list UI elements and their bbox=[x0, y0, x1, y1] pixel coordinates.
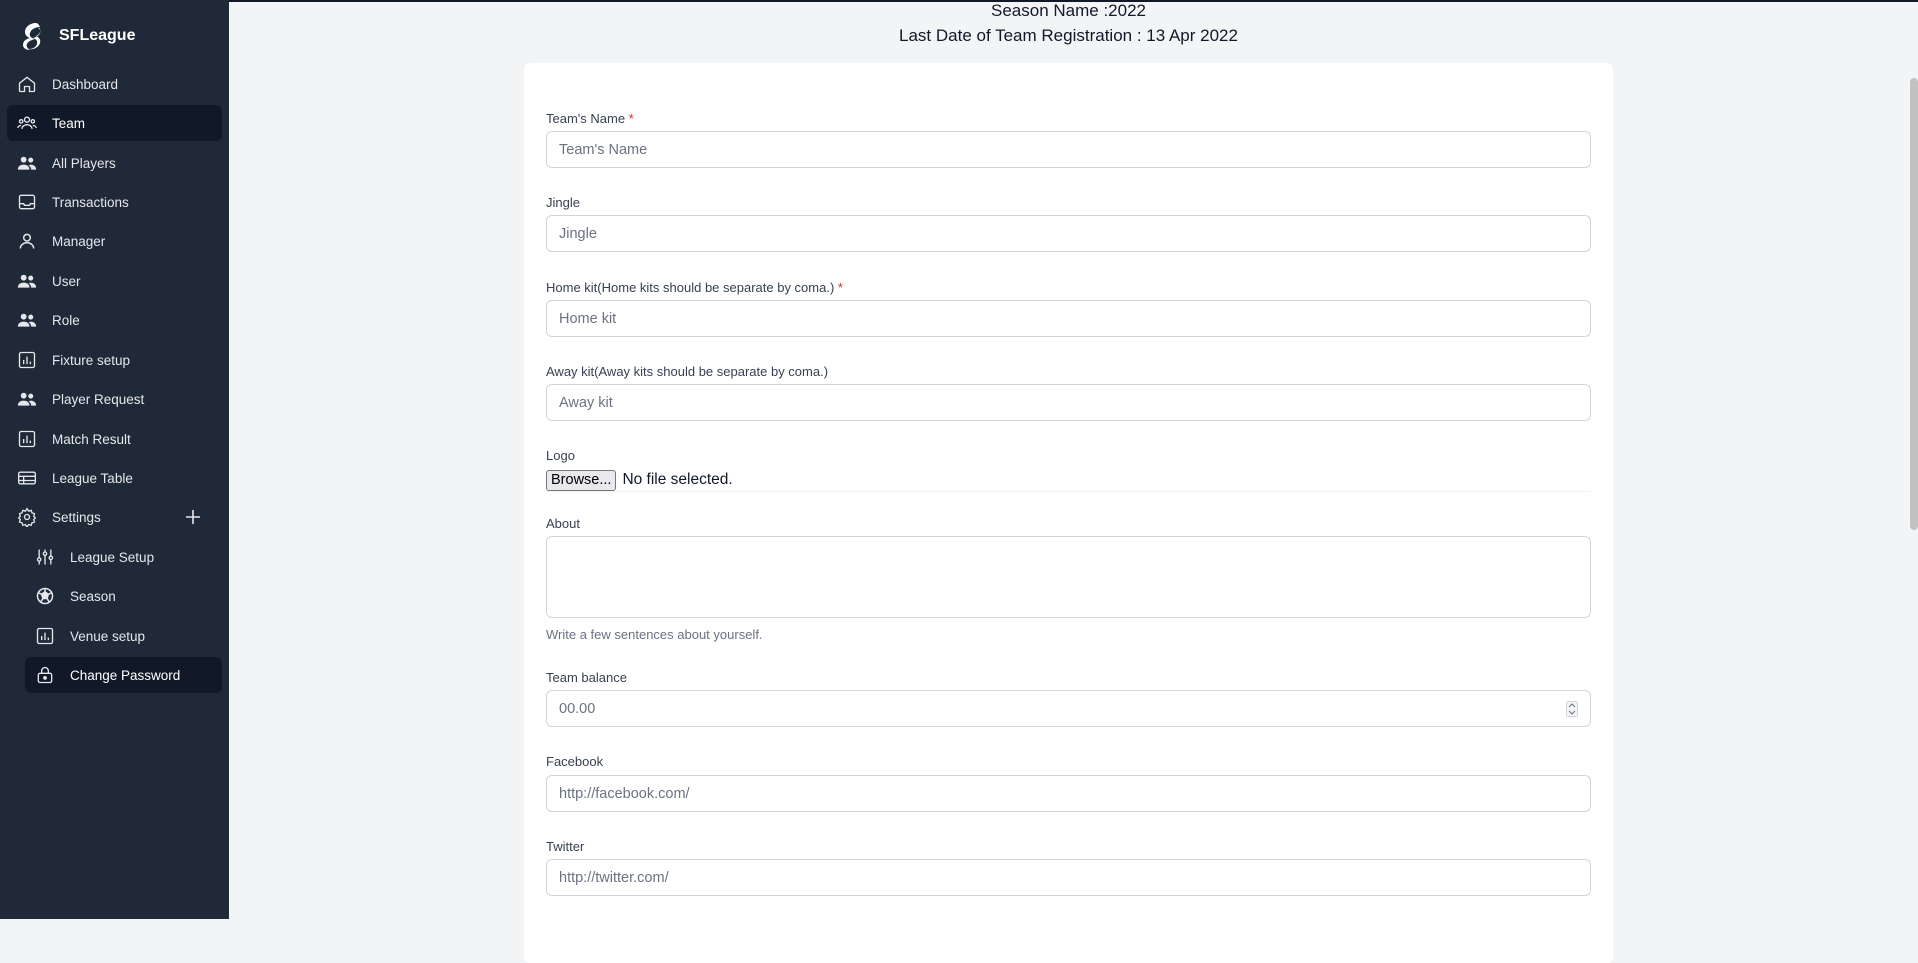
brand[interactable]: SFLeague bbox=[16, 16, 135, 56]
file-status: No file selected. bbox=[622, 471, 733, 488]
lock-icon bbox=[34, 664, 56, 686]
sidebar-item-label: Change Password bbox=[70, 667, 181, 683]
logo-file-input[interactable]: Browse... No file selected. bbox=[546, 469, 1591, 492]
chart-icon bbox=[16, 349, 38, 371]
users-icon bbox=[16, 270, 38, 292]
sidebar-item-role[interactable]: Role bbox=[7, 302, 222, 338]
sidebar-item-fixture-setup[interactable]: Fixture setup bbox=[7, 342, 222, 378]
jingle-input[interactable] bbox=[546, 215, 1591, 252]
home-kit-input[interactable] bbox=[546, 300, 1591, 337]
sidebar-item-label: Role bbox=[52, 312, 80, 328]
table-icon bbox=[16, 467, 38, 489]
number-spinner-icon[interactable] bbox=[1566, 701, 1578, 717]
sidebar-item-label: League Setup bbox=[70, 549, 155, 565]
sidebar-item-settings[interactable]: Settings bbox=[7, 499, 222, 535]
facebook-input[interactable] bbox=[546, 775, 1591, 812]
jingle-label: Jingle bbox=[546, 195, 580, 210]
team-form-card bbox=[524, 63, 1613, 963]
sidebar-item-match-result[interactable]: Match Result bbox=[7, 421, 222, 457]
season-name: Season Name :2022 bbox=[991, 1, 1146, 20]
sidebar-item-label: Settings bbox=[52, 509, 101, 525]
sidebar-item-label: Manager bbox=[52, 233, 106, 249]
home-icon bbox=[16, 73, 38, 95]
scrollbar[interactable] bbox=[1910, 78, 1918, 530]
about-label: About bbox=[546, 516, 580, 531]
plus-icon[interactable] bbox=[184, 508, 202, 526]
browse-button[interactable]: Browse... bbox=[546, 469, 617, 491]
users-icon bbox=[16, 388, 38, 410]
twitter-input[interactable] bbox=[546, 859, 1591, 896]
sidebar-item-label: User bbox=[52, 273, 81, 289]
sidebar-item-manager[interactable]: Manager bbox=[7, 223, 222, 259]
home-kit-label: Home kit(Home kits should be separate by… bbox=[546, 280, 843, 295]
twitter-label: Twitter bbox=[546, 839, 585, 854]
sidebar-item-dashboard[interactable]: Dashboard bbox=[7, 66, 222, 102]
about-textarea[interactable] bbox=[546, 536, 1591, 618]
sidebar: SFLeague Dashboard Team All Players Tran… bbox=[0, 0, 229, 919]
sliders-icon bbox=[34, 546, 56, 568]
sidebar-item-label: Match Result bbox=[52, 431, 131, 447]
team-balance-label: Team balance bbox=[546, 670, 627, 685]
sidebar-item-label: Transactions bbox=[52, 194, 129, 210]
sidebar-item-label: League Table bbox=[52, 470, 133, 486]
registration-deadline: Last Date of Team Registration : 13 Apr … bbox=[899, 26, 1238, 45]
gear-icon bbox=[16, 506, 38, 528]
facebook-label: Facebook bbox=[546, 754, 604, 769]
user-icon bbox=[16, 230, 38, 252]
inbox-icon bbox=[16, 191, 38, 213]
logo-label: Logo bbox=[546, 448, 575, 463]
users-icon bbox=[16, 309, 38, 331]
sidebar-item-user[interactable]: User bbox=[7, 263, 222, 299]
sidebar-item-all-players[interactable]: All Players bbox=[7, 145, 222, 181]
sidebar-item-team[interactable]: Team bbox=[7, 105, 222, 141]
sidebar-item-venue-setup[interactable]: Venue setup bbox=[25, 618, 222, 654]
logo-icon bbox=[23, 23, 41, 50]
sidebar-item-league-table[interactable]: League Table bbox=[7, 460, 222, 496]
sidebar-item-transactions[interactable]: Transactions bbox=[7, 184, 222, 220]
team-name-input[interactable] bbox=[546, 131, 1591, 168]
team-icon bbox=[16, 112, 38, 134]
about-help-text: Write a few sentences about yourself. bbox=[546, 627, 763, 642]
brand-name: SFLeague bbox=[59, 27, 136, 44]
away-kit-input[interactable] bbox=[546, 384, 1591, 421]
sidebar-item-label: All Players bbox=[52, 155, 116, 171]
chart-icon bbox=[16, 428, 38, 450]
required-mark: * bbox=[628, 111, 634, 126]
team-name-label: Team's Name * bbox=[546, 111, 634, 126]
team-balance-input[interactable] bbox=[546, 690, 1591, 727]
sidebar-item-change-password[interactable]: Change Password bbox=[25, 657, 222, 693]
chart-icon bbox=[34, 625, 56, 647]
away-kit-label: Away kit(Away kits should be separate by… bbox=[546, 364, 829, 379]
sidebar-item-season[interactable]: Season bbox=[25, 578, 222, 614]
required-mark: * bbox=[837, 280, 843, 295]
sidebar-item-label: Dashboard bbox=[52, 76, 119, 92]
sidebar-item-label: Team bbox=[52, 115, 86, 131]
ball-icon bbox=[34, 585, 56, 607]
sidebar-item-league-setup[interactable]: League Setup bbox=[25, 539, 222, 575]
sidebar-item-label: Venue setup bbox=[70, 628, 146, 644]
sidebar-item-label: Fixture setup bbox=[52, 352, 131, 368]
users-icon bbox=[16, 152, 38, 174]
sidebar-item-label: Player Request bbox=[52, 391, 145, 407]
sidebar-item-label: Season bbox=[70, 588, 116, 604]
sidebar-item-player-request[interactable]: Player Request bbox=[7, 381, 222, 417]
